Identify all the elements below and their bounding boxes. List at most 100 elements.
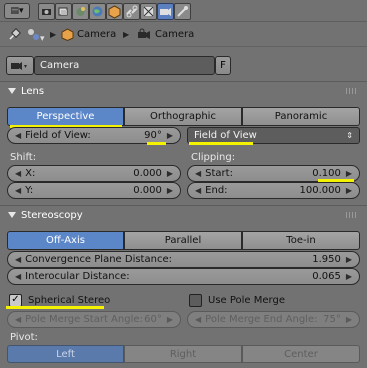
decrement-arrow-icon[interactable]: ◀ [15,255,21,264]
dropdown-arrows-icon: ⇕ [346,131,353,140]
increment-arrow-icon[interactable]: ▶ [167,186,173,195]
path-arrow-icon: ▶ [50,30,57,39]
shift-label: Shift: [10,152,37,163]
increment-arrow-icon[interactable]: ▶ [346,186,352,195]
path-data-name[interactable]: Camera [155,29,194,40]
decrement-arrow-icon[interactable]: ◀ [195,315,201,324]
lens-type-orthographic[interactable]: Orthographic [124,107,242,126]
camera-datablock-name-field[interactable]: Camera [34,56,215,75]
increment-arrow-icon[interactable]: ▶ [167,131,173,140]
pivot-right[interactable]: Right [124,345,242,363]
decrement-arrow-icon[interactable]: ◀ [15,315,21,324]
increment-arrow-icon[interactable]: ▶ [167,315,173,324]
pole-end-label: Pole Merge End Angle: [205,314,318,325]
use-pole-merge-label: Use Pole Merge [208,294,285,306]
camera-datablock-browse-button[interactable] [6,56,34,75]
lens-panel-header[interactable]: Lens [8,84,360,98]
fov-value: 90° [144,130,162,141]
spherical-stereo-label: Spherical Stereo [28,294,111,306]
checkbox-checked-icon: ✓ [9,293,22,307]
increment-arrow-icon[interactable]: ▶ [346,315,352,324]
spherical-stereo-checkbox[interactable]: ✓ Spherical Stereo [9,293,129,307]
pivot-selector: Left Right Center [7,345,360,363]
path-object-name[interactable]: Camera [77,29,116,40]
clip-start-label: Start: [205,168,233,179]
increment-arrow-icon[interactable]: ▶ [346,272,352,281]
fake-user-button[interactable]: F [215,56,231,75]
clip-end-value: 100.000 [299,185,341,196]
scene-browse-icon[interactable]: ▾ [26,27,48,44]
convergence-label: Convergence Plane Distance: [25,254,172,265]
increment-arrow-icon[interactable]: ▶ [346,169,352,178]
drag-handle-icon[interactable] [346,212,358,218]
lens-unit-value: Field of View [194,130,257,141]
clip-start-value: 0.100 [312,168,341,179]
object-icon [61,28,74,44]
increment-arrow-icon[interactable]: ▶ [346,255,352,264]
interocular-value: 0.065 [312,271,341,282]
stereo-mode-selector: Off-Axis Parallel Toe-in [7,231,360,250]
decrement-arrow-icon[interactable]: ◀ [195,186,201,195]
shift-y-value: 0.000 [133,185,162,196]
properties-header: ▤▾ [0,0,367,22]
clip-end-label: End: [205,185,228,196]
pivot-label: Pivot: [10,332,38,343]
decrement-arrow-icon[interactable]: ◀ [15,272,21,281]
stereoscopy-panel-header[interactable]: Stereoscopy [8,208,360,222]
pole-merge-end-field[interactable]: ◀ Pole Merge End Angle: 75° ▶ [187,311,360,328]
modifier-icon[interactable] [140,3,157,20]
datablock-name: Camera [40,60,80,71]
pole-start-value: 60° [144,314,162,325]
pole-merge-start-field[interactable]: ◀ Pole Merge Start Angle: 60° ▶ [7,311,181,328]
pin-icon[interactable] [7,28,21,42]
context-path-bar: ▾ ▶ Camera ▶ Camera [0,23,367,47]
convergence-distance-field[interactable]: ◀ Convergence Plane Distance: 1.950 ▶ [7,251,360,268]
pivot-center[interactable]: Center [242,345,360,363]
shift-x-value: 0.000 [133,168,162,179]
object-icon[interactable] [106,3,123,20]
stereo-mode-parallel[interactable]: Parallel [124,231,242,250]
shift-y-label: Y: [25,185,34,196]
camera-data-icon[interactable] [157,3,174,20]
shift-x-label: X: [25,168,36,179]
camera-data-icon [137,28,151,44]
decrement-arrow-icon[interactable]: ◀ [15,131,21,140]
collapse-triangle-icon [8,88,16,94]
clipping-label: Clipping: [191,152,236,163]
fake-user-label: F [220,60,226,71]
stereo-mode-off-axis[interactable]: Off-Axis [7,231,124,250]
increment-arrow-icon[interactable]: ▶ [167,169,173,178]
editor-type-icon[interactable]: ▤▾ [4,3,30,19]
stereo-mode-toe-in[interactable]: Toe-in [242,231,360,250]
fov-label: Field of View: [25,130,91,141]
particles-icon[interactable] [174,3,191,20]
path-arrow-icon: ▶ [123,30,130,39]
interocular-distance-field[interactable]: ◀ Interocular Distance: 0.065 ▶ [7,268,360,285]
stereoscopy-panel-title: Stereoscopy [21,209,83,221]
highlight-underline [147,142,166,145]
shift-x-field[interactable]: ◀ X: 0.000 ▶ [7,165,181,182]
pole-end-value: 75° [323,314,341,325]
pivot-left[interactable]: Left [7,345,124,363]
drag-handle-icon[interactable] [346,88,358,94]
checkbox-unchecked-icon [189,293,202,307]
interocular-label: Interocular Distance: [25,271,130,282]
panel-separator [0,81,367,82]
clip-end-field[interactable]: ◀ End: 100.000 ▶ [187,182,360,199]
lens-type-selector: Perspective Orthographic Panoramic [7,107,360,126]
highlight-underline [189,142,253,145]
convergence-value: 1.950 [312,254,341,265]
scene-icon[interactable] [72,3,89,20]
render-icon[interactable] [38,3,55,20]
constraint-icon[interactable] [123,3,140,20]
use-pole-merge-checkbox[interactable]: Use Pole Merge [189,293,329,307]
highlight-underline [6,306,104,309]
lens-type-perspective[interactable]: Perspective [7,107,124,126]
decrement-arrow-icon[interactable]: ◀ [15,186,21,195]
decrement-arrow-icon[interactable]: ◀ [15,169,21,178]
world-icon[interactable] [89,3,106,20]
shift-y-field[interactable]: ◀ Y: 0.000 ▶ [7,182,181,199]
render-layers-icon[interactable] [55,3,72,20]
lens-type-panoramic[interactable]: Panoramic [242,107,360,126]
decrement-arrow-icon[interactable]: ◀ [195,169,201,178]
